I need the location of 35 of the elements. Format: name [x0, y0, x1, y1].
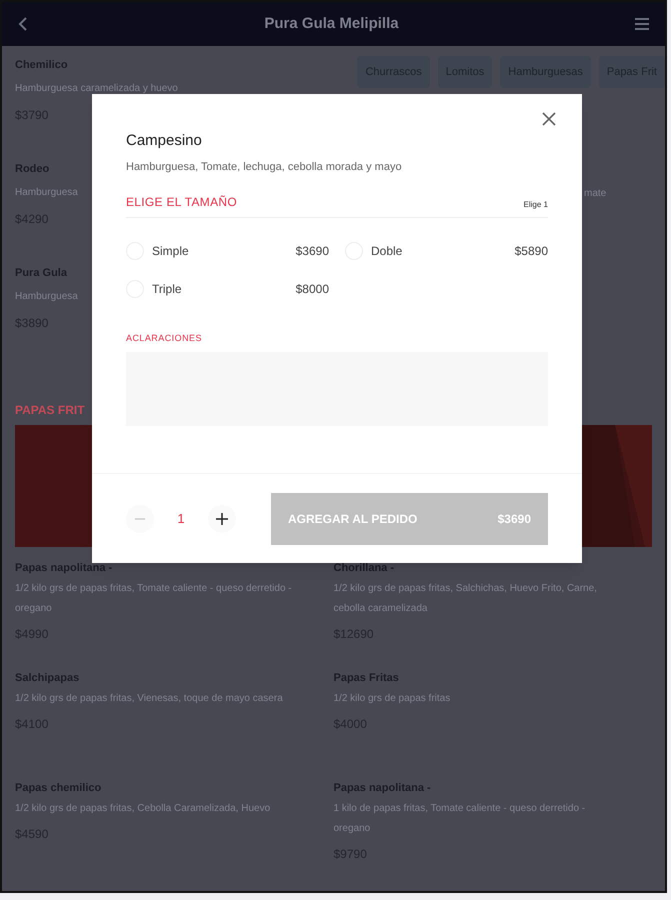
item-description: Hamburguesa	[15, 290, 78, 304]
item-description: 1/2 kilo grs de papas fritas, Tomate caliente - queso derretido - oregano	[15, 582, 293, 616]
option-label: Simple	[152, 243, 190, 260]
plus-icon	[216, 512, 228, 524]
button-label: AGREGAR AL PEDIDO	[288, 510, 418, 528]
item-description: mate	[584, 187, 606, 201]
item-description: 1/2 kilo grs de papas fritas	[334, 692, 450, 706]
modal-title: Campesino	[126, 131, 202, 151]
option-price: $3690	[296, 243, 329, 260]
option-label: Doble	[371, 243, 404, 260]
plus-button[interactable]	[208, 504, 236, 532]
page-title: Pura Gula Melipilla	[264, 14, 399, 34]
item-description: 1/2 kilo grs de papas fritas, Cebolla Caramelizada, Huevo	[15, 802, 270, 816]
size-option[interactable]: Simple $3690	[126, 240, 329, 262]
section-heading: ELIGE EL TAMAÑO	[126, 194, 237, 211]
item-description: 1 kilo de papas fritas, Tomate caliente - queso derretido - oregano	[334, 802, 586, 836]
item-description: Hamburguesa caramelizada y huevo	[15, 82, 178, 96]
back-icon[interactable]	[18, 16, 28, 32]
menu-icon[interactable]	[634, 18, 649, 30]
size-option[interactable]: Doble $5890	[345, 240, 548, 262]
size-option[interactable]: Triple $8000	[126, 278, 329, 300]
option-price: $8000	[296, 281, 329, 298]
section-title: PAPAS FRIT	[15, 402, 85, 419]
minus-icon	[135, 518, 145, 520]
option-price: $5890	[514, 243, 548, 260]
hint-label: Elige 1	[524, 199, 548, 211]
quantity-value: 1	[176, 510, 186, 528]
section-heading: ACLARACIONES	[126, 332, 203, 345]
modal-description: Hamburguesa, Tomate, lechuga, cebolla morada y mayo	[126, 160, 402, 174]
item-description: Hamburguesa	[15, 186, 78, 200]
button-price: $3690	[498, 510, 531, 528]
item-description: 1/2 kilo grs de papas fritas, Vienesas, toque de mayo casera	[15, 692, 283, 706]
item-description: 1/2 kilo grs de papas fritas, Salchichas, Huevo Frito, Carne, cebolla caramelizada	[334, 582, 598, 616]
option-label: Triple	[152, 281, 183, 298]
close-icon[interactable]	[542, 112, 556, 126]
